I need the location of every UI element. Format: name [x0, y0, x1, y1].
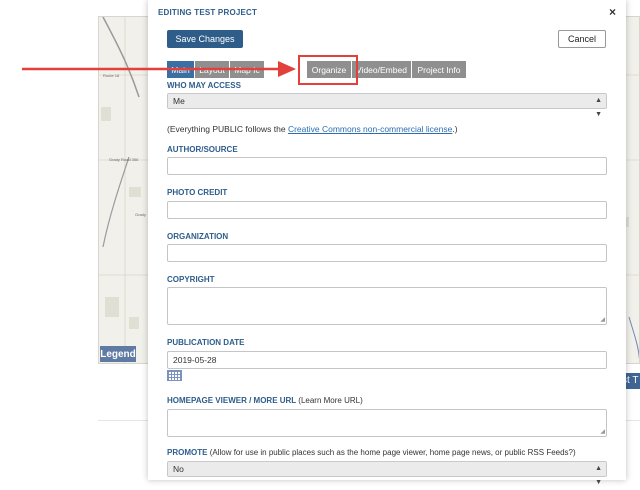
author-source-label: AUTHOR/SOURCE: [167, 145, 238, 154]
close-icon[interactable]: ×: [609, 5, 616, 19]
homepage-url-textarea[interactable]: ◢: [167, 409, 607, 437]
legend-button[interactable]: Legend: [100, 346, 136, 362]
homepage-url-hint: (Learn More URL): [298, 396, 363, 405]
tab-video-embed[interactable]: Video/Embed: [352, 61, 411, 78]
copyright-textarea[interactable]: ◢: [167, 287, 607, 325]
photo-credit-label: PHOTO CREDIT: [167, 188, 228, 197]
calendar-icon[interactable]: [167, 370, 182, 381]
copyright-label: COPYRIGHT: [167, 275, 215, 284]
map-label: Grady: [135, 212, 146, 217]
edit-project-modal: EDITING TEST PROJECT × Save Changes Canc…: [148, 0, 626, 486]
homepage-url-label-text: HOMEPAGE VIEWER / MORE URL: [167, 396, 297, 405]
map-label: Grady Road 356: [109, 157, 139, 162]
promote-select[interactable]: No ▲ ▼: [167, 461, 607, 486]
tab-main[interactable]: Main: [167, 61, 194, 78]
who-may-access-select[interactable]: Me ▲ ▼: [167, 93, 607, 118]
promote-label: PROMOTE (Allow for use in public places …: [167, 448, 576, 457]
promote-value: No: [173, 464, 184, 474]
license-note: (Everything PUBLIC follows the Creative …: [167, 124, 458, 134]
photo-credit-input[interactable]: [167, 201, 607, 219]
tab-layout[interactable]: Layout: [195, 61, 229, 78]
map-label: Route 18: [103, 73, 120, 78]
who-may-access-label: WHO MAY ACCESS: [167, 81, 241, 90]
save-changes-button[interactable]: Save Changes: [167, 30, 243, 48]
resize-grip-icon[interactable]: ◢: [600, 429, 605, 435]
promote-hint: (Allow for use in public places such as …: [209, 448, 576, 457]
license-note-prefix: (Everything PUBLIC follows the: [167, 124, 288, 134]
who-may-access-value: Me: [173, 96, 185, 106]
promote-label-text: PROMOTE: [167, 448, 208, 457]
annotation-highlight-box: [298, 55, 358, 85]
cancel-button[interactable]: Cancel: [558, 30, 606, 48]
tab-map-icons[interactable]: Map Ic: [230, 61, 264, 78]
organization-input[interactable]: [167, 244, 607, 262]
select-arrows-icon: ▲ ▼: [595, 97, 602, 118]
resize-grip-icon[interactable]: ◢: [600, 317, 605, 323]
modal-title: EDITING TEST PROJECT: [158, 8, 258, 17]
homepage-url-label: HOMEPAGE VIEWER / MORE URL (Learn More U…: [167, 396, 363, 405]
select-arrows-icon: ▲ ▼: [595, 465, 602, 486]
author-source-input[interactable]: [167, 157, 607, 175]
organization-label: ORGANIZATION: [167, 232, 229, 241]
publication-date-label: PUBLICATION DATE: [167, 338, 245, 347]
tab-project-info[interactable]: Project Info: [412, 61, 466, 78]
license-note-suffix: .): [452, 124, 458, 134]
publication-date-input[interactable]: 2019-05-28: [167, 351, 607, 369]
creative-commons-link[interactable]: Creative Commons non-commercial license: [288, 124, 452, 134]
